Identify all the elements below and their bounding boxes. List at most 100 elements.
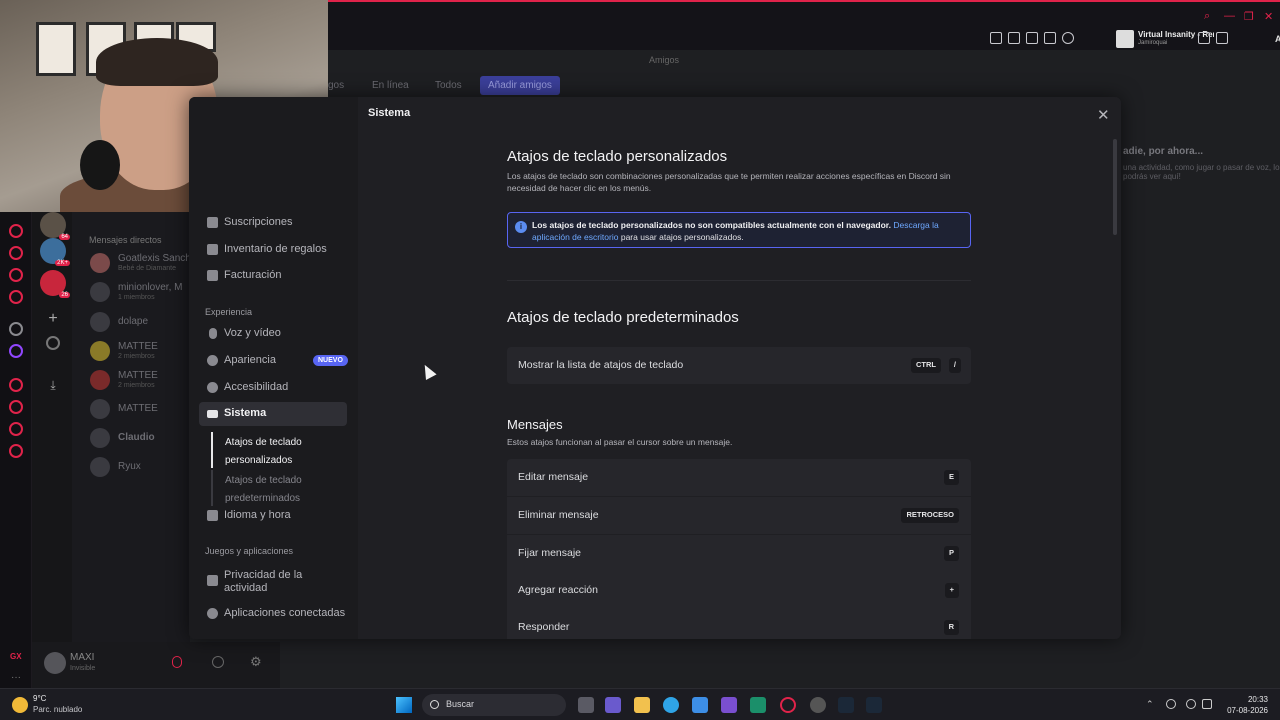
shortcut-label: Responder [518,621,570,633]
shield-icon[interactable] [1026,32,1038,44]
active-now-panel: adie, por ahora... una actividad, como j… [1123,146,1280,181]
music-icon[interactable] [9,378,23,392]
weather-icon[interactable] [12,697,28,713]
add-server-icon[interactable]: + [40,306,66,332]
download-icon[interactable] [1216,32,1228,44]
nav-accessibility[interactable]: Accesibilidad [199,376,347,400]
copilot-icon[interactable] [605,697,621,713]
steam-icon[interactable] [838,697,854,713]
shortcut-row[interactable]: Eliminar mensaje RETROCESO [507,497,971,534]
dm-item[interactable]: dolape [90,310,190,334]
gx-label: GX [10,652,22,661]
tab-online[interactable]: En línea [372,80,409,91]
shortcut-row[interactable]: Fijar mensaje P [507,535,971,572]
taskbar-search[interactable]: Buscar [422,694,566,716]
profile-icon[interactable] [1198,32,1210,44]
nav-activity-privacy[interactable]: Privacidad de la actividad [199,566,347,596]
obs-icon[interactable] [810,697,826,713]
tab-all[interactable]: Todos [435,80,462,91]
dm-item[interactable]: MATTEE [90,397,190,421]
chevron-up-icon[interactable]: ⌃ [1146,699,1156,709]
edge-icon[interactable] [663,697,679,713]
browser-info-notice: i Los atajos de teclado personalizados n… [507,212,971,248]
chat-icon[interactable] [9,422,23,436]
whatsapp-icon[interactable] [9,268,23,282]
nav-subscriptions[interactable]: Suscripciones [199,211,347,235]
wifi-icon[interactable] [1186,699,1196,709]
shortcut-row[interactable]: Agregar reacción + [507,572,971,609]
nav-system[interactable]: Sistema [199,402,347,426]
messenger-icon[interactable] [9,290,23,304]
ai-button[interactable]: AI [1275,34,1280,44]
subnav-default-shortcuts[interactable]: Atajos de teclado predeterminados [211,470,341,506]
server-icon[interactable]: 26 [40,270,70,298]
minimize-icon[interactable]: — [1224,10,1235,22]
dm-item[interactable]: Ryux [90,455,190,479]
tab-online-partial[interactable]: gos [328,80,344,91]
task-view-icon[interactable] [578,697,594,713]
headphones-icon[interactable] [212,656,224,668]
add-friends-button[interactable]: Añadir amigos [480,76,560,95]
dm-item[interactable]: Goatlexis Sanch Bebé de Diamante [90,251,191,275]
settings-icon[interactable] [9,444,23,458]
subnav-custom-shortcuts[interactable]: Atajos de teclado personalizados [211,432,341,468]
dm-item[interactable]: Claudio [90,426,190,450]
gear-icon[interactable]: ⚙ [250,654,262,670]
volume-icon[interactable] [1202,699,1212,709]
close-icon[interactable]: ✕ [1097,106,1110,124]
restore-icon[interactable]: ❐ [1244,10,1254,23]
shortcut-row[interactable]: Editar mensaje E [507,459,971,496]
more-icon[interactable]: ··· [11,672,21,683]
store-icon[interactable] [692,697,708,713]
shortcut-key: CTRL [911,358,941,373]
search-label: Buscar [446,699,475,709]
weather-temperature[interactable]: 9°C [33,694,46,703]
download-icon[interactable]: ⤓ [40,372,66,398]
terminal-icon[interactable] [750,697,766,713]
dm-sub: 1 miembros [118,294,155,301]
nav-connected-apps[interactable]: Aplicaciones conectadas [199,602,347,626]
close-window-icon[interactable]: ✕ [1264,10,1273,23]
shortcut-row-show-list[interactable]: Mostrar la lista de atajos de teclado CT… [507,347,971,384]
weather-condition[interactable]: Parc. nublado [33,705,82,714]
app-icon[interactable] [721,697,737,713]
explore-icon[interactable] [46,336,60,350]
server-icon[interactable]: 64 [40,212,70,240]
nav-language-time[interactable]: Idioma y hora [199,504,347,528]
chatgpt-icon[interactable] [9,322,23,336]
dm-item[interactable]: MATTEE 2 miembros [90,339,190,363]
shopping-icon[interactable] [9,246,23,260]
heart-icon[interactable] [1062,32,1074,44]
play-icon[interactable] [1044,32,1056,44]
windows-start-icon[interactable] [396,697,412,713]
search-icon [430,700,439,709]
gx-control-icon[interactable] [9,224,23,238]
twitch-icon[interactable] [9,344,23,358]
dm-name: Ryux [118,461,141,472]
dm-item[interactable]: MATTEE 2 miembros [90,368,190,392]
shortcut-row[interactable]: Responder R [507,609,971,639]
custom-shortcuts-description: Los atajos de teclado son combinaciones … [507,171,951,193]
avatar[interactable] [44,652,66,674]
microphone-muted-icon[interactable] [172,656,182,668]
steam-icon[interactable] [866,697,882,713]
scrollbar[interactable] [1113,139,1117,235]
pin-icon[interactable] [990,32,1002,44]
person-hair [96,38,218,86]
nav-label: Privacidad de la actividad [224,569,303,594]
nav-voice-video[interactable]: Voz y vídeo [199,322,347,346]
dm-item[interactable]: minionlover, M1 miembros [90,280,190,304]
snapshot-icon[interactable] [1008,32,1020,44]
history-icon[interactable] [9,400,23,414]
server-icon[interactable]: 2K+ [40,238,70,266]
system-clock[interactable]: 20:33 07-08-2026 [1220,694,1268,716]
search-icon[interactable]: ⌕ [1204,10,1210,23]
clock-time: 20:33 [1247,695,1268,704]
dm-name: MATTEE [118,403,158,414]
opera-gx-icon[interactable] [780,697,796,713]
nav-gift-inventory[interactable]: Inventario de regalos [199,238,347,262]
microphone-icon[interactable] [1166,699,1176,709]
nav-appearance[interactable]: Apariencia NUEVO [199,349,348,373]
file-explorer-icon[interactable] [634,697,650,713]
nav-billing[interactable]: Facturación [199,264,347,288]
